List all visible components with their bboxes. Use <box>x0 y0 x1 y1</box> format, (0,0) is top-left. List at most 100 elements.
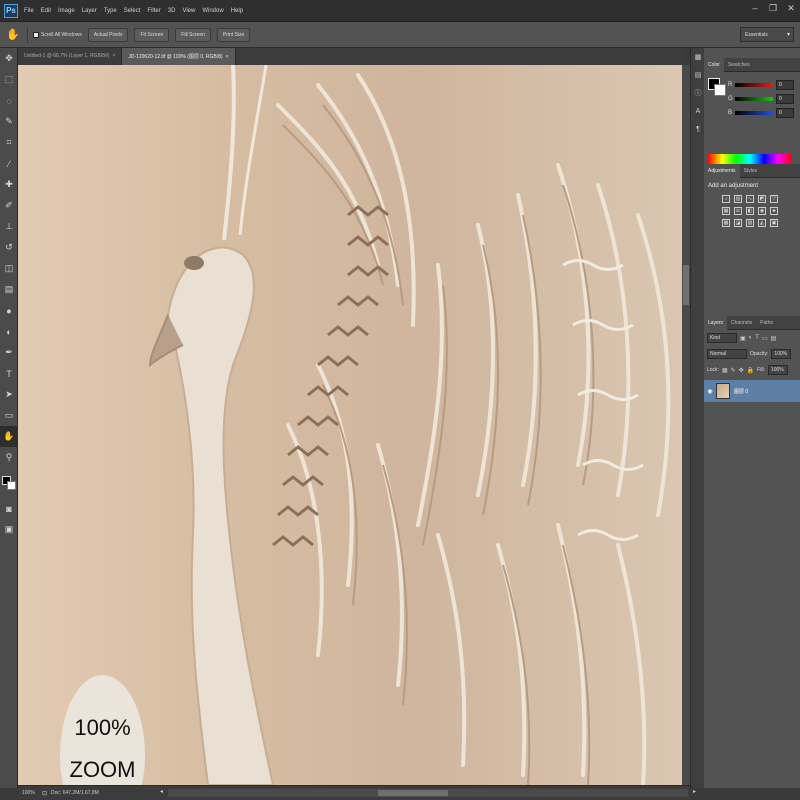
tab-layers[interactable]: Layers <box>704 315 728 330</box>
quick-mask-icon[interactable]: ◙ <box>0 498 18 519</box>
vibrance-icon[interactable]: ▽ <box>770 195 778 203</box>
crop-tool-icon[interactable]: ⌗ <box>0 132 18 153</box>
screen-mode-icon[interactable]: ▣ <box>0 519 18 540</box>
tab-paths[interactable]: Paths <box>756 316 777 330</box>
invert-icon[interactable]: ◪ <box>734 219 742 227</box>
character-panel-icon[interactable]: A <box>691 102 705 120</box>
scroll-right-icon[interactable]: ▸ <box>693 788 696 795</box>
hand-icon[interactable]: ✋ <box>4 26 22 44</box>
blend-mode-select[interactable]: Normal <box>707 349 747 359</box>
dodge-tool-icon[interactable]: ◐ <box>0 321 18 342</box>
lock-all-icon[interactable]: 🔒 <box>747 367 754 374</box>
layer-row[interactable]: ◉ 图层 0 <box>704 380 800 402</box>
menu-edit[interactable]: Edit <box>41 8 51 14</box>
horizontal-scrollbar[interactable]: ◂ ▸ <box>160 789 696 797</box>
workspace-select[interactable]: Essentials ▾ <box>740 27 794 42</box>
document-canvas[interactable]: 100% ZOOM <box>18 65 682 785</box>
menu-image[interactable]: Image <box>58 8 75 14</box>
info-panel-icon[interactable]: ⓘ <box>691 84 705 102</box>
fill-screen-button[interactable]: Fill Screen <box>175 27 211 42</box>
color-balance-icon[interactable]: ⚖ <box>734 207 742 215</box>
document-info-icon[interactable]: ⊡ <box>42 790 47 797</box>
image-filter-icon[interactable]: ▣ <box>740 335 746 342</box>
zoom-tool-icon[interactable]: ⚲ <box>0 447 18 468</box>
restore-button[interactable]: ❐ <box>768 3 778 14</box>
menu-window[interactable]: Window <box>202 8 223 14</box>
blur-tool-icon[interactable]: ● <box>0 300 18 321</box>
background-color-swatch[interactable] <box>7 481 16 490</box>
vertical-scrollbar[interactable] <box>682 65 690 785</box>
brush-tool-icon[interactable]: ✐ <box>0 195 18 216</box>
print-size-button[interactable]: Print Size <box>216 27 251 42</box>
menu-layer[interactable]: Layer <box>82 8 97 14</box>
shape-filter-icon[interactable]: ▭ <box>762 335 768 342</box>
tab-color[interactable]: Color <box>704 57 724 72</box>
fit-screen-button[interactable]: Fit Screen <box>134 27 170 42</box>
properties-panel-icon[interactable]: ▤ <box>691 66 705 84</box>
black-white-icon[interactable]: ◧ <box>746 207 754 215</box>
menu-filter[interactable]: Filter <box>147 8 160 14</box>
eraser-tool-icon[interactable]: ◫ <box>0 258 18 279</box>
status-zoom-field[interactable]: 100% <box>22 790 42 796</box>
type-tool-icon[interactable]: T <box>0 363 18 384</box>
menu-file[interactable]: File <box>24 8 34 14</box>
menu-view[interactable]: View <box>182 8 195 14</box>
eye-icon[interactable]: ◉ <box>704 388 716 395</box>
lasso-tool-icon[interactable]: ◌ <box>0 90 18 111</box>
posterize-icon[interactable]: ▨ <box>746 219 754 227</box>
menu-select[interactable]: Select <box>124 8 141 14</box>
menu-3d[interactable]: 3D <box>168 8 176 14</box>
foreground-background-colors[interactable] <box>0 472 18 498</box>
tab-channels[interactable]: Channels <box>727 316 756 330</box>
kind-filter-select[interactable]: Kind <box>707 333 737 343</box>
opacity-field[interactable]: 100% <box>771 349 792 359</box>
tab-adjustments[interactable]: Adjustments <box>704 163 740 178</box>
brightness-contrast-icon[interactable]: ☼ <box>722 195 730 203</box>
scroll-all-windows-option[interactable]: Scroll All Windows <box>33 31 82 38</box>
minimize-button[interactable]: – <box>750 3 760 14</box>
red-slider[interactable] <box>735 83 773 87</box>
blue-slider[interactable] <box>735 111 773 115</box>
menu-help[interactable]: Help <box>231 8 243 14</box>
tab-styles[interactable]: Styles <box>740 164 762 178</box>
lock-image-icon[interactable]: ✎ <box>731 367 736 374</box>
smart-object-filter-icon[interactable]: ▤ <box>771 335 777 342</box>
close-button[interactable]: ✕ <box>786 3 796 14</box>
vertical-scroll-thumb[interactable] <box>683 265 689 305</box>
document-tab-untitled[interactable]: Untitled-1 @ 66.7% (Layer 1, RGB/8#) × <box>18 48 123 65</box>
quick-select-tool-icon[interactable]: ✎ <box>0 111 18 132</box>
levels-icon[interactable]: ▥ <box>734 195 742 203</box>
history-panel-icon[interactable]: ▦ <box>691 48 705 66</box>
hue-saturation-icon[interactable]: ▦ <box>722 207 730 215</box>
close-icon[interactable]: × <box>112 53 115 59</box>
layer-name[interactable]: 图层 0 <box>734 388 748 395</box>
fill-field[interactable]: 100% <box>767 365 788 375</box>
hand-tool-icon[interactable]: ✋ <box>0 426 18 447</box>
selective-color-icon[interactable]: ▣ <box>770 219 778 227</box>
menu-type[interactable]: Type <box>104 8 117 14</box>
red-value-field[interactable]: 0 <box>776 80 794 90</box>
green-value-field[interactable]: 0 <box>776 94 794 104</box>
marquee-tool-icon[interactable]: ⬚ <box>0 69 18 90</box>
document-tab-active[interactable]: JD-120620-12.tif @ 100% (图层 0, RGB/8) × <box>122 48 236 65</box>
blue-value-field[interactable]: 0 <box>776 108 794 118</box>
clone-stamp-tool-icon[interactable]: ⊥ <box>0 216 18 237</box>
adjustment-filter-icon[interactable]: ◐ <box>749 335 753 341</box>
horizontal-scroll-thumb[interactable] <box>378 790 448 796</box>
pen-tool-icon[interactable]: ✒ <box>0 342 18 363</box>
close-icon[interactable]: × <box>226 54 229 60</box>
background-color-swatch[interactable] <box>714 84 726 96</box>
lock-transparent-icon[interactable]: ▦ <box>722 367 728 374</box>
curves-icon[interactable]: ∿ <box>746 195 754 203</box>
eyedropper-tool-icon[interactable]: ⁄ <box>0 153 18 174</box>
lock-position-icon[interactable]: ✥ <box>739 367 744 374</box>
move-tool-icon[interactable]: ✥ <box>0 48 18 69</box>
healing-brush-tool-icon[interactable]: ✚ <box>0 174 18 195</box>
paragraph-panel-icon[interactable]: ¶ <box>691 120 705 138</box>
type-filter-icon[interactable]: T <box>755 335 759 341</box>
rectangle-tool-icon[interactable]: ▭ <box>0 405 18 426</box>
scroll-all-windows-checkbox[interactable] <box>33 31 39 38</box>
green-slider[interactable] <box>735 97 773 101</box>
photo-filter-icon[interactable]: ◉ <box>758 207 766 215</box>
color-lookup-icon[interactable]: ▩ <box>722 219 730 227</box>
